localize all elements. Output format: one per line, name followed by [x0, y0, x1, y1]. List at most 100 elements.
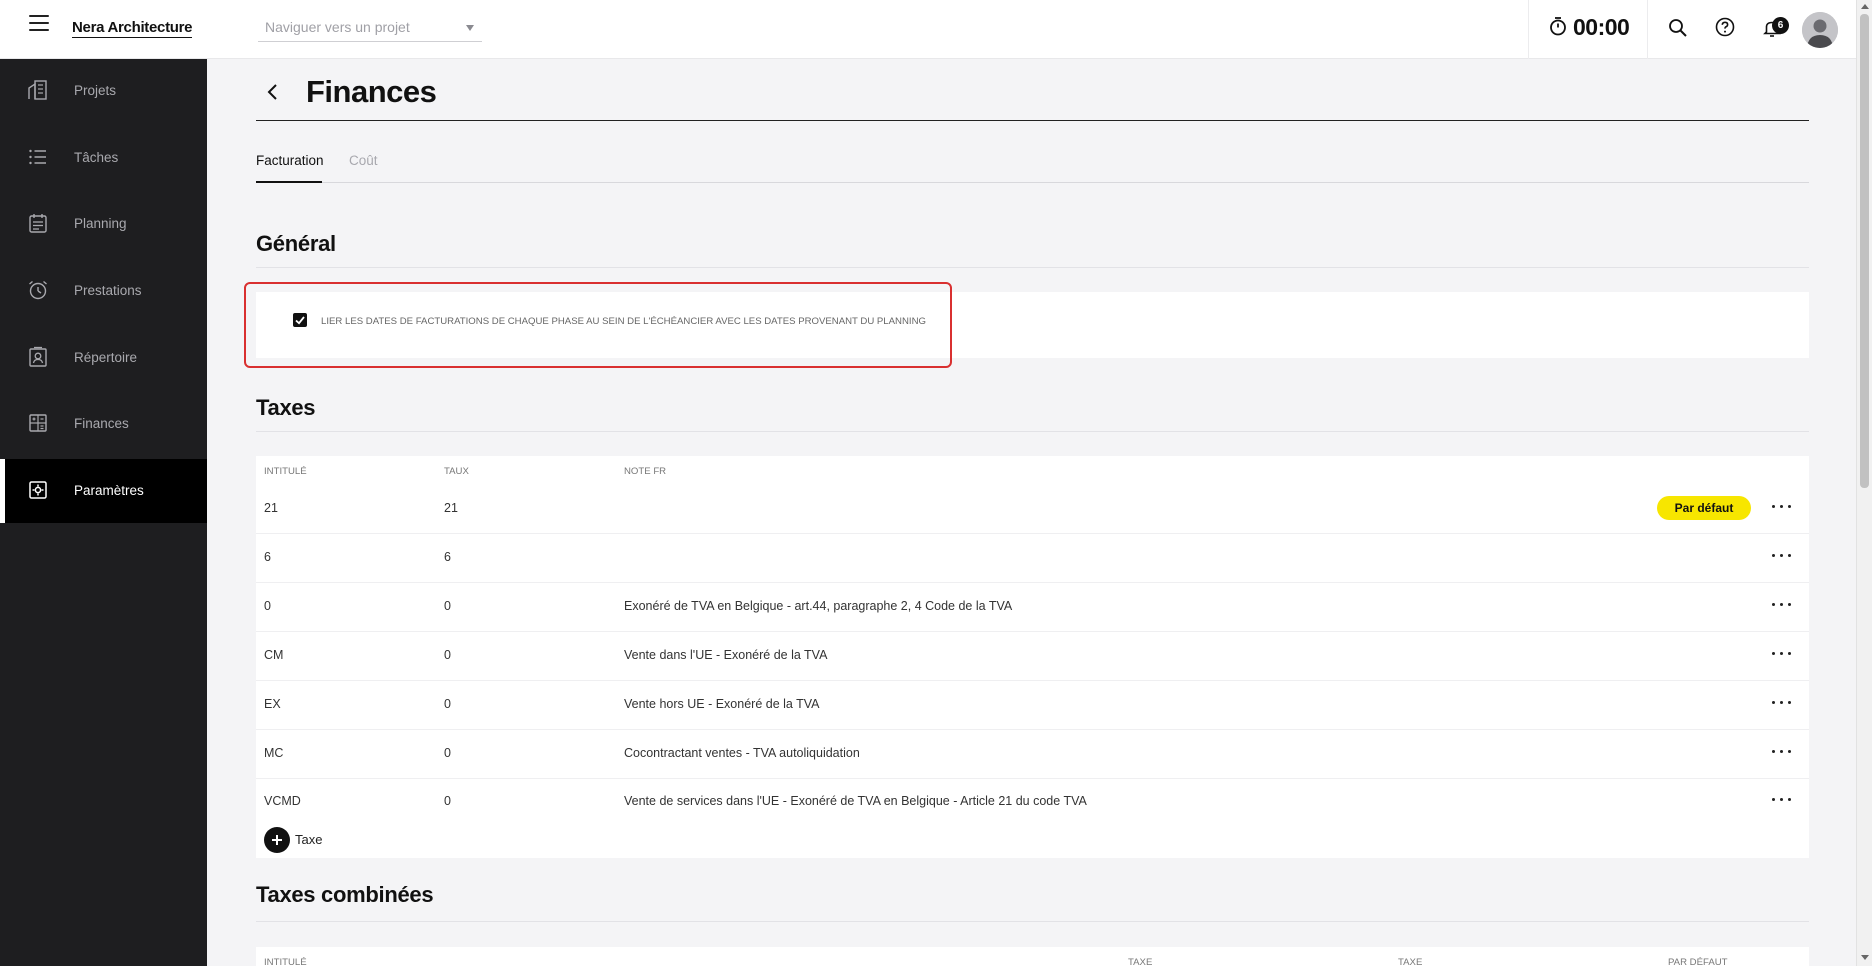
sidebar-item-taches[interactable]: Tâches [0, 126, 207, 190]
section-divider [256, 431, 1809, 432]
sidebar-item-planning[interactable]: Planning [0, 192, 207, 256]
tax-name: MC [264, 746, 284, 760]
tax-note: Vente de services dans l'UE - Exonéré de… [624, 794, 1087, 808]
sidebar-item-label: Paramètres [74, 483, 144, 498]
column-header-taxe: Taxe [1128, 957, 1153, 966]
building-icon [28, 80, 47, 100]
tax-name: 0 [264, 599, 271, 613]
calendar-icon [29, 214, 47, 233]
tax-rate: 6 [444, 550, 451, 564]
sidebar-item-label: Finances [74, 416, 129, 431]
column-header-intitule: Intitulé [264, 466, 307, 477]
sidebar-item-finances[interactable]: Finances [0, 392, 207, 456]
page-title: Finances [306, 74, 437, 109]
table-row[interactable]: 0 0 Exonéré de TVA en Belgique - art.44,… [256, 583, 1809, 632]
section-title-general: Général [256, 231, 336, 256]
tab-cout[interactable]: Coût [349, 153, 378, 183]
section-divider [256, 267, 1809, 268]
tax-name: 21 [264, 501, 278, 515]
general-option-card: Lier les dates de facturations de chaque… [256, 292, 1809, 358]
alarm-clock-icon [29, 280, 47, 300]
tax-rate: 21 [444, 501, 458, 515]
notification-count-badge: 6 [1772, 17, 1789, 34]
sidebar-item-label: Planning [74, 216, 127, 231]
plus-icon [264, 827, 290, 853]
top-bar: Nera Architecture Naviguer vers un proje… [0, 0, 1856, 59]
more-options-icon[interactable] [1770, 548, 1794, 562]
more-options-icon[interactable] [1770, 646, 1794, 660]
page-scrollbar[interactable] [1856, 0, 1872, 966]
more-options-icon[interactable] [1770, 792, 1794, 806]
table-row[interactable]: CM 0 Vente dans l'UE - Exonéré de la TVA [256, 632, 1809, 681]
column-header-par-defaut: Par défaut [1668, 957, 1728, 966]
column-header-intitule: Intitulé [264, 957, 307, 966]
taxes-table: Intitulé Taux Note FR 21 21 Par défaut 6… [256, 456, 1809, 858]
table-row[interactable]: EX 0 Vente hors UE - Exonéré de la TVA [256, 681, 1809, 730]
tab-facturation[interactable]: Facturation [256, 153, 324, 183]
tax-rate: 0 [444, 746, 451, 760]
sidebar-item-label: Prestations [74, 283, 142, 298]
table-row[interactable]: 21 21 Par défaut [256, 485, 1809, 534]
tab-bar: Facturation Coût [256, 153, 1809, 183]
caret-down-icon [466, 25, 474, 31]
table-row[interactable]: VCMD 0 Vente de services dans l'UE - Exo… [256, 778, 1809, 827]
column-header-note: Note FR [624, 466, 667, 477]
timer-value: 00:00 [1573, 14, 1630, 40]
more-options-icon[interactable] [1770, 695, 1794, 709]
hamburger-menu-icon[interactable] [29, 15, 49, 31]
section-divider [256, 921, 1809, 922]
tax-rate: 0 [444, 697, 451, 711]
tax-rate: 0 [444, 794, 451, 808]
title-divider [256, 120, 1809, 121]
sidebar-item-label: Projets [74, 83, 117, 98]
table-row[interactable]: 6 6 [256, 534, 1809, 583]
tax-name: VCMD [264, 794, 301, 808]
section-title-taxes: Taxes [256, 395, 316, 420]
more-options-icon[interactable] [1770, 597, 1794, 611]
project-select-placeholder: Naviguer vers un projet [265, 19, 410, 35]
tax-rate: 0 [444, 599, 451, 613]
table-row[interactable]: MC 0 Cocontractant ventes - TVA autoliqu… [256, 730, 1809, 779]
tax-note: Vente dans l'UE - Exonéré de la TVA [624, 648, 828, 662]
sidebar-item-label: Tâches [74, 150, 119, 165]
scroll-up-arrow-icon[interactable] [1861, 4, 1869, 9]
combined-taxes-table: Intitulé Taxe Taxe Par défaut [256, 947, 1809, 966]
main-content: Finances Facturation Coût Général Lier l… [207, 59, 1856, 966]
project-navigation-select[interactable]: Naviguer vers un projet [258, 12, 482, 42]
settings-icon [29, 481, 47, 499]
calculator-icon [29, 414, 47, 432]
user-avatar[interactable] [1802, 12, 1838, 48]
tax-note: Exonéré de TVA en Belgique - art.44, par… [624, 599, 1013, 613]
default-badge[interactable]: Par défaut [1657, 496, 1751, 520]
scroll-down-arrow-icon[interactable] [1861, 955, 1869, 960]
more-options-icon[interactable] [1770, 499, 1794, 513]
tax-name: CM [264, 648, 284, 662]
tax-name: 6 [264, 550, 271, 564]
tax-note: Vente hors UE - Exonéré de la TVA [624, 697, 820, 711]
checkmark-icon [295, 316, 305, 325]
link-dates-option-label[interactable]: Lier les dates de facturations de chaque… [321, 316, 926, 327]
scrollbar-thumb[interactable] [1860, 14, 1869, 488]
link-dates-checkbox[interactable] [293, 313, 307, 327]
stopwatch-icon [1550, 17, 1566, 36]
sidebar: Projets Tâches Planning Prestations Répe… [0, 59, 207, 966]
back-arrow-icon[interactable] [262, 81, 284, 103]
search-icon[interactable] [1666, 16, 1690, 40]
brand-logo[interactable]: Nera Architecture [72, 20, 193, 38]
add-tax-label: Taxe [295, 832, 323, 847]
help-icon[interactable] [1713, 16, 1737, 40]
list-icon [29, 149, 46, 165]
contact-card-icon [29, 346, 47, 367]
sidebar-item-projets[interactable]: Projets [0, 59, 207, 123]
sidebar-item-label: Répertoire [74, 350, 138, 365]
section-title-combined-taxes: Taxes combinées [256, 882, 434, 907]
timer[interactable]: 00:00 [1528, 0, 1648, 59]
sidebar-item-repertoire[interactable]: Répertoire [0, 326, 207, 390]
sidebar-item-parametres[interactable]: Paramètres [0, 459, 207, 523]
column-header-taxe: Taxe [1398, 957, 1423, 966]
tax-note: Cocontractant ventes - TVA autoliquidati… [624, 746, 860, 760]
more-options-icon[interactable] [1770, 744, 1794, 758]
tax-rate: 0 [444, 648, 451, 662]
sidebar-item-prestations[interactable]: Prestations [0, 259, 207, 323]
column-header-taux: Taux [444, 466, 469, 477]
